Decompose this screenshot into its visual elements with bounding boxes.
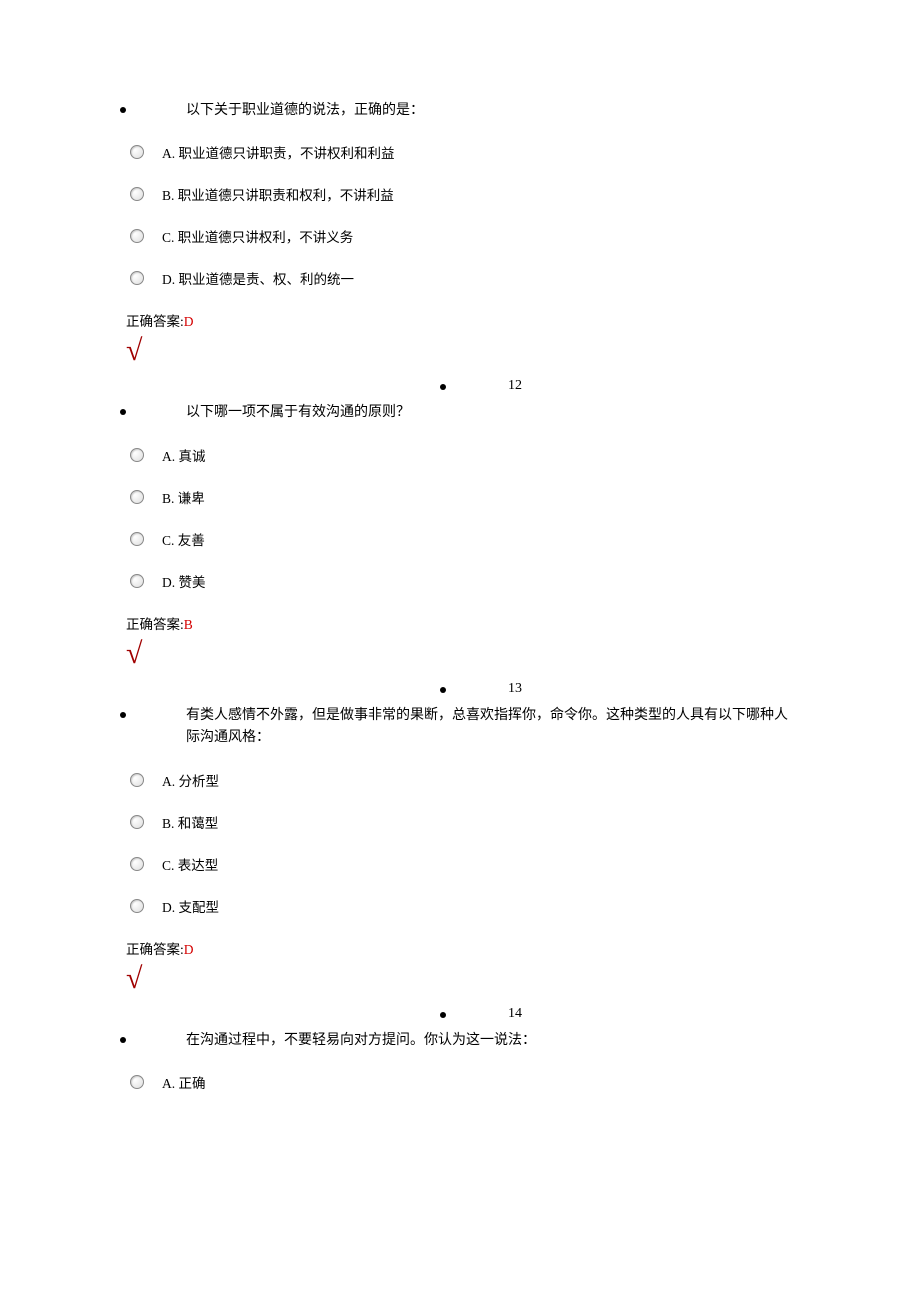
bullet-icon — [120, 712, 126, 718]
question-number-line: 12 — [120, 376, 800, 396]
question-block: 以下关于职业道德的说法，正确的是： A. 职业道德只讲职责，不讲权利和利益 B.… — [120, 100, 800, 366]
question-block: 有类人感情不外露，但是做事非常的果断，总喜欢指挥你，命令你。这种类型的人具有以下… — [120, 705, 800, 994]
question-text: 有类人感情不外露，但是做事非常的果断，总喜欢指挥你，命令你。这种类型的人具有以下… — [186, 705, 800, 750]
page-content: 以下关于职业道德的说法，正确的是： A. 职业道德只讲职责，不讲权利和利益 B.… — [0, 0, 920, 1154]
option-row: C. 友善 — [130, 529, 800, 549]
bullet-icon — [120, 409, 126, 415]
radio-icon[interactable] — [130, 448, 144, 462]
radio-icon[interactable] — [130, 187, 144, 201]
question-number-line: 13 — [120, 679, 800, 699]
check-icon: √ — [126, 964, 800, 994]
radio-icon[interactable] — [130, 532, 144, 546]
question-text: 以下关于职业道德的说法，正确的是： — [186, 100, 424, 122]
answer-value: D — [184, 942, 194, 957]
option-row: B. 和蔼型 — [130, 812, 800, 832]
answer-prefix: 正确答案: — [126, 314, 184, 329]
question-line: 以下关于职业道德的说法，正确的是： — [120, 100, 800, 122]
radio-icon[interactable] — [130, 899, 144, 913]
bullet-icon — [440, 384, 446, 390]
radio-icon[interactable] — [130, 229, 144, 243]
option-text: A. 分析型 — [162, 770, 219, 790]
question-block: 以下哪一项不属于有效沟通的原则？ A. 真诚 B. 谦卑 C. 友善 D. 赞美… — [120, 402, 800, 668]
option-text: A. 职业道德只讲职责，不讲权利和利益 — [162, 142, 395, 162]
option-text: D. 赞美 — [162, 571, 206, 591]
question-block: 在沟通过程中，不要轻易向对方提问。你认为这一说法： A. 正确 — [120, 1030, 800, 1092]
option-row: A. 真诚 — [130, 445, 800, 465]
radio-icon[interactable] — [130, 1075, 144, 1089]
radio-icon[interactable] — [130, 857, 144, 871]
option-text: D. 支配型 — [162, 896, 219, 916]
check-icon: √ — [126, 336, 800, 366]
option-text: D. 职业道德是责、权、利的统一 — [162, 268, 354, 288]
answer-line: 正确答案:D — [126, 310, 800, 330]
radio-icon[interactable] — [130, 815, 144, 829]
answer-line: 正确答案:B — [126, 613, 800, 633]
radio-icon[interactable] — [130, 490, 144, 504]
question-text: 以下哪一项不属于有效沟通的原则？ — [186, 402, 410, 424]
option-text: B. 谦卑 — [162, 487, 205, 507]
option-row: C. 表达型 — [130, 854, 800, 874]
check-icon: √ — [126, 639, 800, 669]
option-row: B. 职业道德只讲职责和权利，不讲利益 — [130, 184, 800, 204]
option-row: A. 正确 — [130, 1072, 800, 1092]
question-text: 在沟通过程中，不要轻易向对方提问。你认为这一说法： — [186, 1030, 536, 1052]
question-number: 14 — [508, 1006, 522, 1022]
answer-value: D — [184, 314, 194, 329]
answer-prefix: 正确答案: — [126, 942, 184, 957]
option-text: A. 正确 — [162, 1072, 206, 1092]
option-text: C. 表达型 — [162, 854, 218, 874]
option-text: A. 真诚 — [162, 445, 206, 465]
radio-icon[interactable] — [130, 145, 144, 159]
option-row: B. 谦卑 — [130, 487, 800, 507]
bullet-icon — [440, 687, 446, 693]
option-text: B. 和蔼型 — [162, 812, 218, 832]
radio-icon[interactable] — [130, 773, 144, 787]
question-number: 12 — [508, 378, 522, 394]
question-line: 以下哪一项不属于有效沟通的原则？ — [120, 402, 800, 424]
question-line: 在沟通过程中，不要轻易向对方提问。你认为这一说法： — [120, 1030, 800, 1052]
question-line: 有类人感情不外露，但是做事非常的果断，总喜欢指挥你，命令你。这种类型的人具有以下… — [120, 705, 800, 750]
answer-value: B — [184, 617, 193, 632]
radio-icon[interactable] — [130, 271, 144, 285]
option-row: A. 分析型 — [130, 770, 800, 790]
option-text: B. 职业道德只讲职责和权利，不讲利益 — [162, 184, 394, 204]
option-text: C. 友善 — [162, 529, 205, 549]
option-row: C. 职业道德只讲权利，不讲义务 — [130, 226, 800, 246]
bullet-icon — [120, 1037, 126, 1043]
option-row: D. 职业道德是责、权、利的统一 — [130, 268, 800, 288]
option-row: D. 赞美 — [130, 571, 800, 591]
answer-line: 正确答案:D — [126, 938, 800, 958]
option-row: D. 支配型 — [130, 896, 800, 916]
option-text: C. 职业道德只讲权利，不讲义务 — [162, 226, 353, 246]
question-number: 13 — [508, 681, 522, 697]
bullet-icon — [440, 1012, 446, 1018]
bullet-icon — [120, 107, 126, 113]
option-row: A. 职业道德只讲职责，不讲权利和利益 — [130, 142, 800, 162]
answer-prefix: 正确答案: — [126, 617, 184, 632]
question-number-line: 14 — [120, 1004, 800, 1024]
radio-icon[interactable] — [130, 574, 144, 588]
